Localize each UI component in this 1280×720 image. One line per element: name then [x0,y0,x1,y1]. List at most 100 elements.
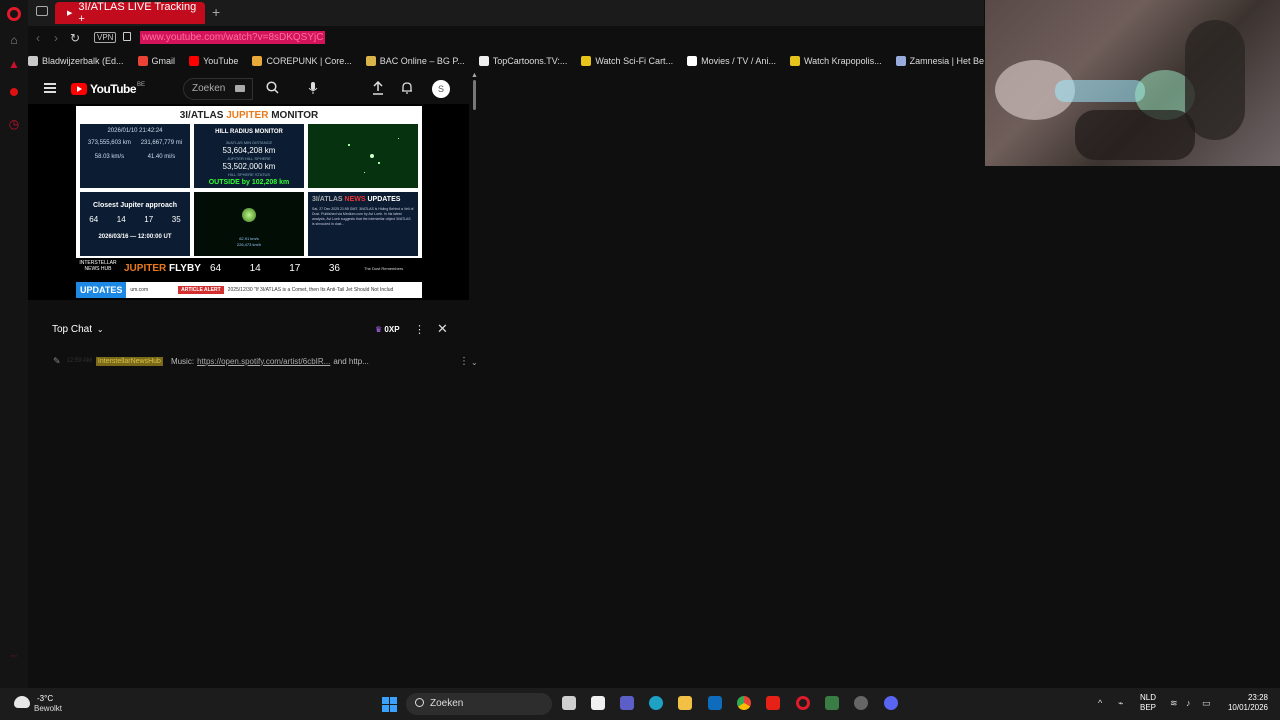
settings-icon[interactable] [854,696,868,710]
bookmark-item[interactable]: Movies / TV / Ani... [687,56,776,66]
new-tab-button[interactable]: + [212,4,220,20]
speed-mi-s: 41.40 mi/s [147,154,176,160]
chat-mode-dropdown[interactable]: Top Chat ⌄ [52,324,104,335]
calculator-icon[interactable] [825,696,839,710]
keyboard-icon[interactable] [235,85,245,92]
upload-icon[interactable] [372,80,384,98]
chevron-down-icon[interactable]: ⌄ [471,358,478,367]
volume-icon[interactable]: ♪ [1186,698,1191,708]
tab-active[interactable]: ▶ 3I/ATLAS LIVE Tracking + [55,1,205,25]
lock-icon[interactable] [123,32,131,41]
jupiter-icon [242,208,256,222]
bookmark-item[interactable]: Bladwijzerbalk (Ed... [28,56,124,66]
tab-strip: ▶ 3I/ATLAS LIVE Tracking + + [28,0,984,26]
opera-sidebar: ⌂ ▲ ◷ ⋯ [0,0,28,688]
aria-icon[interactable]: ▲ [6,56,22,72]
vpn-badge[interactable]: VPN [94,32,117,43]
audio-playing-icon: ▶ [67,10,73,17]
pinned-author[interactable]: InterstellarNewsHub [95,356,163,366]
avatar[interactable]: S [432,80,450,98]
discord-icon[interactable] [884,696,898,710]
notifications-icon[interactable] [401,81,413,98]
show-hidden-icon[interactable]: ^ [1098,698,1102,708]
bookmark-item[interactable]: Watch Sci-Fi Cart... [581,56,673,66]
distance-panel: 2026/01/10 21:42:24 373,555,603 km 231,6… [80,124,190,188]
corepunk-icon [252,56,263,66]
youtube-app-icon[interactable] [766,696,780,710]
jupiter-view: 62.91 km/s 226,473 km/h [194,192,304,256]
hill-radius-panel: HILL RADIUS MONITOR 3I/ATLAS MIN DISTANC… [194,124,304,188]
tab-title: 3I/ATLAS LIVE Tracking + [78,1,197,25]
closest-date: 2026/03/16 — 12:00:00 UT [98,234,172,240]
task-view-icon[interactable] [562,696,576,710]
opera-icon[interactable] [796,696,810,710]
pinned-menu-icon[interactable]: ⋮ [459,356,469,367]
weather-cloud-icon[interactable] [14,696,30,708]
youtube-icon [189,56,200,66]
home-icon[interactable]: ⌂ [6,32,22,48]
network-icon[interactable]: ⌁ [1118,698,1123,709]
bookmark-item[interactable]: COREPUNK | Core... [252,56,352,66]
webcam-overlay [985,0,1280,166]
weather-condition[interactable]: Bewolkt [34,704,62,713]
closest-approach-panel: Closest Jupiter approach 64 14 17 35 2026/0… [80,192,190,256]
video-player[interactable]: 3I/ATLAS JUPITER MONITOR 2026/01/10 21:4… [28,104,469,300]
search-icon[interactable] [266,81,279,97]
file-explorer-icon[interactable] [678,696,692,710]
scrollbar[interactable] [473,80,476,110]
flyby-label: JUPITER FLYBY [124,263,201,274]
hill-title: HILL RADIUS MONITOR [215,129,283,135]
topcartoons-icon [478,56,489,66]
opera-logo-icon[interactable] [6,6,22,22]
chat-more-icon[interactable]: ⋮ [414,323,425,336]
bookmark-item[interactable]: Zamnesia | Het Be... [895,56,984,66]
menu-icon[interactable] [44,83,56,93]
bookmarks-bar: Bladwijzerbalk (Ed... Gmail YouTube COREPUN… [28,50,984,72]
weather-temperature[interactable]: -3°C [37,694,53,703]
tabs-menu-icon[interactable] [36,6,48,16]
music-icon[interactable] [6,84,22,100]
forward-icon[interactable]: › [54,31,58,45]
youtube-logo[interactable]: YouTube BE [71,82,145,96]
store-icon[interactable] [591,696,605,710]
battery-icon[interactable]: ▭ [1202,698,1211,709]
bookmark-item[interactable]: TopCartoons.TV:... [478,56,567,66]
clock[interactable]: 23:28 10/01/2026 [1224,693,1268,713]
search-icon [415,698,424,707]
microphone-icon[interactable] [308,81,318,98]
history-icon[interactable]: ◷ [6,116,22,132]
bookmark-item[interactable]: YouTube [189,56,238,66]
play-icon [687,56,698,66]
hill-sphere: 53,502,000 km [222,162,276,171]
windows-start-icon[interactable] [382,697,397,712]
teams-icon[interactable] [620,696,634,710]
more-icon[interactable]: ⋯ [6,648,22,664]
chat-close-icon[interactable]: ✕ [437,321,448,337]
reload-icon[interactable]: ↻ [70,31,80,45]
pinned-message[interactable]: ✎ 12:59 AM InterstellarNewsHub Music: ht… [37,352,469,370]
edge-icon[interactable] [649,696,663,710]
outlook-icon[interactable] [708,696,722,710]
taskbar-search[interactable]: Zoeken [406,693,552,715]
artist-label: The Dust Remembers [364,266,404,271]
scroll-up-icon[interactable]: ▲ [471,72,478,79]
bookmark-item[interactable]: Watch Krapopolis... [789,56,882,66]
wifi-icon[interactable]: ≋ [1170,698,1178,709]
language-indicator[interactable]: NLD BEP [1140,693,1156,713]
xp-badge[interactable]: ♛ 0XP [375,325,400,334]
youtube-play-icon [71,83,87,95]
bookmark-item[interactable]: BAC Online – BG P... [365,56,465,66]
orbit-view [308,124,418,188]
pin-icon: ✎ [53,355,61,366]
bookmark-item[interactable]: Gmail [137,56,175,66]
url-field[interactable]: www.youtube.com/watch?v=8sDKQSYjC [140,31,326,44]
bac-icon [365,56,376,66]
watch-icon [789,56,800,66]
chat-header: Top Chat ⌄ ♛ 0XP ⋮ ✕ [28,318,469,342]
closest-label: Closest Jupiter approach [92,202,178,209]
pinned-link[interactable]: https://open.spotify.com/artist/6cbIR... [197,357,330,366]
address-bar: ‹ › ↻ VPN www.youtube.com/watch?v=8sDKQS… [28,26,984,50]
chrome-icon[interactable] [737,696,751,710]
flyby-bar: INTERSTELLAR NEWS HUB JUPITER FLYBY 64 14… [76,258,422,282]
back-icon[interactable]: ‹ [36,31,40,45]
